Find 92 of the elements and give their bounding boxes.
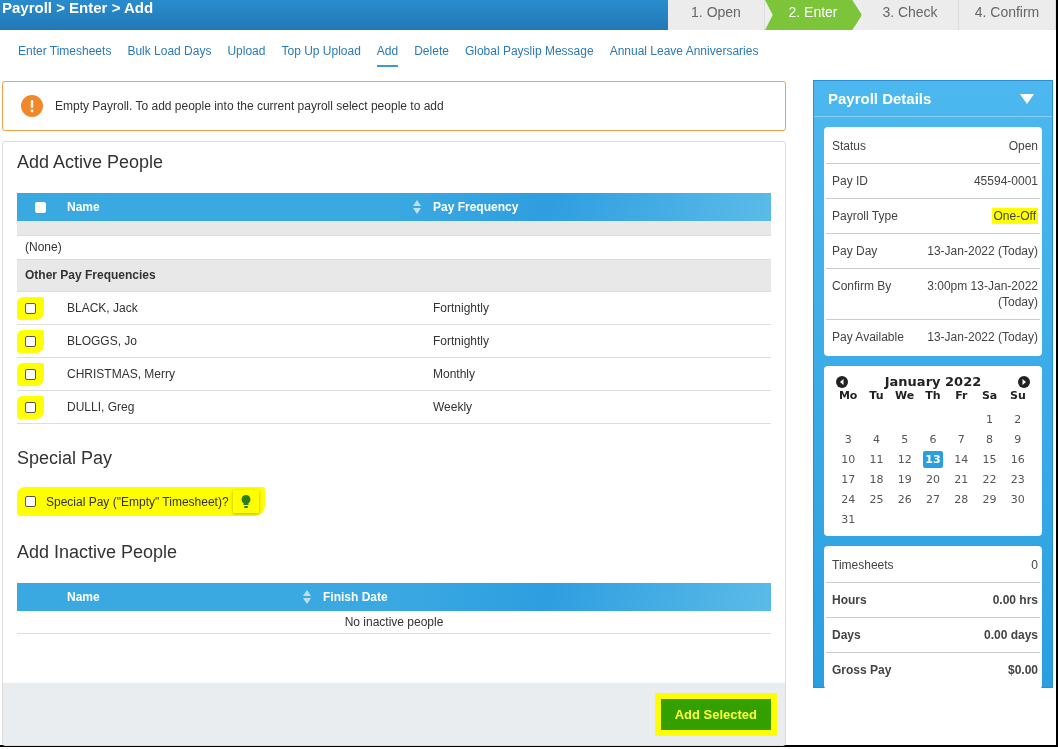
calendar-day[interactable]: 15 (980, 451, 999, 468)
total-value: 0.00 hrs (992, 592, 1038, 608)
calendar-day[interactable]: 16 (1008, 451, 1027, 468)
nav-tab[interactable]: Top Up Upload (281, 44, 361, 67)
checkbox[interactable] (25, 401, 36, 413)
calendar-day[interactable]: 4 (870, 431, 882, 448)
total-value: $0.00 (1007, 662, 1038, 678)
group-header: Other Pay Frequencies (17, 260, 771, 292)
weekday-label: Tu (868, 389, 885, 402)
section-title: Add Inactive People (17, 542, 178, 563)
checkbox-label: Special Pay ("Empty" Timesheet)? (46, 494, 229, 509)
checkbox[interactable] (25, 496, 36, 507)
table-cell: BLOGGS, Jo (67, 334, 138, 348)
weekday-label: Th (924, 389, 942, 402)
alert-message: Empty Payroll. To add people into the current payroll select people to add (55, 99, 444, 113)
calendar-day[interactable]: 5 (899, 431, 911, 448)
total-value: 0.00 days (983, 627, 1038, 643)
detail-value: 13-Jan-2022 (Today) (927, 329, 1038, 345)
detail-label: Status (832, 138, 867, 154)
previous-icon[interactable] (836, 375, 848, 388)
nav-tab[interactable]: Bulk Load Days (127, 44, 212, 67)
calendar-day[interactable]: 19 (895, 471, 914, 488)
total-label: Timesheets (832, 557, 894, 573)
nav-tab[interactable]: Add (376, 44, 399, 67)
detail-value: 13-Jan-2022 (Today) (927, 243, 1038, 259)
table-cell: Weekly (433, 400, 473, 414)
checkbox[interactable] (25, 335, 36, 347)
calendar-day[interactable]: 7 (955, 431, 967, 448)
calendar-day[interactable]: 18 (867, 471, 886, 488)
calendar-day[interactable]: 29 (980, 491, 999, 508)
table-cell: Monthly (433, 367, 476, 381)
calendar-day[interactable]: 1 (984, 411, 996, 428)
calendar-day[interactable]: 23 (1008, 471, 1027, 488)
calendar-day[interactable]: 9 (1012, 431, 1024, 448)
calendar-day[interactable]: 22 (980, 471, 999, 488)
weekday-label: Sa (980, 389, 999, 402)
calendar-day[interactable]: 21 (952, 471, 971, 488)
total-value: 0 (1031, 557, 1038, 573)
calendar-day[interactable]: 6 (927, 431, 939, 448)
calendar-day[interactable]: 24 (839, 491, 858, 508)
detail-label: Pay ID (832, 173, 868, 189)
total-label: Hours (832, 592, 867, 608)
lightbulb-icon[interactable] (232, 490, 259, 513)
month-title: January 2022 (884, 374, 982, 389)
checkbox[interactable] (25, 368, 36, 380)
panel-title: Payroll Details (828, 90, 932, 107)
breadcrumb: Payroll > Enter > Add (1, 0, 154, 16)
weekday-label: We (894, 389, 916, 402)
checkbox[interactable] (25, 302, 36, 314)
calendar-day[interactable]: 28 (952, 491, 971, 508)
detail-value: One-Off (991, 208, 1038, 224)
table-cell: CHRISTMAS, Merry (67, 367, 175, 381)
calendar-day[interactable]: 11 (867, 451, 886, 468)
detail-value: Open (1008, 138, 1038, 154)
weekday-label: Su (1008, 389, 1027, 402)
section-title: Special Pay (17, 448, 113, 469)
calendar-day[interactable]: 3 (842, 431, 854, 448)
calendar-day[interactable]: 12 (895, 451, 914, 468)
detail-value: 3:00pm 13-Jan-2022 (Today) (926, 278, 1038, 310)
detail-label: Confirm By (832, 278, 892, 294)
calendar-day[interactable]: 26 (895, 491, 914, 508)
detail-value: 45594-0001 (973, 173, 1038, 189)
warning-icon (21, 95, 43, 117)
calendar-day[interactable]: 20 (924, 471, 942, 488)
nav-tab[interactable]: Enter Timesheets (18, 44, 112, 67)
calendar-day[interactable]: 14 (952, 451, 971, 468)
table-cell: BLACK, Jack (67, 301, 138, 315)
weekday-label: Mo (837, 389, 859, 402)
table-cell: DULLI, Greg (67, 400, 135, 414)
calendar-day[interactable]: 31 (839, 511, 858, 528)
total-label: Days (832, 627, 861, 643)
nav-tab[interactable]: Global Payslip Message (464, 44, 594, 67)
table-cell: No inactive people (344, 615, 444, 629)
calendar-day[interactable]: 8 (984, 431, 996, 448)
weekday-label: Fr (954, 389, 969, 402)
calendar-day[interactable]: 25 (867, 491, 886, 508)
detail-label: Pay Available (832, 329, 904, 345)
section-title: Add Active People (17, 152, 164, 173)
calendar-day[interactable]: 10 (839, 451, 858, 468)
calendar-day[interactable]: 30 (1008, 491, 1027, 508)
next-icon[interactable] (1018, 375, 1030, 388)
total-label: Gross Pay (832, 662, 892, 678)
nav-tab[interactable]: Delete (414, 44, 449, 67)
calendar-day[interactable]: 27 (924, 491, 942, 508)
detail-label: Payroll Type (832, 208, 898, 224)
detail-label: Pay Day (832, 243, 878, 259)
table-cell: Fortnightly (433, 301, 490, 315)
calendar-day[interactable]: 2 (1012, 411, 1024, 428)
nav-tab[interactable]: Upload (227, 44, 266, 67)
calendar-day[interactable]: 17 (839, 471, 858, 488)
nav-tab[interactable]: Annual Leave Anniversaries (609, 44, 759, 67)
table-cell: Fortnightly (433, 334, 490, 348)
